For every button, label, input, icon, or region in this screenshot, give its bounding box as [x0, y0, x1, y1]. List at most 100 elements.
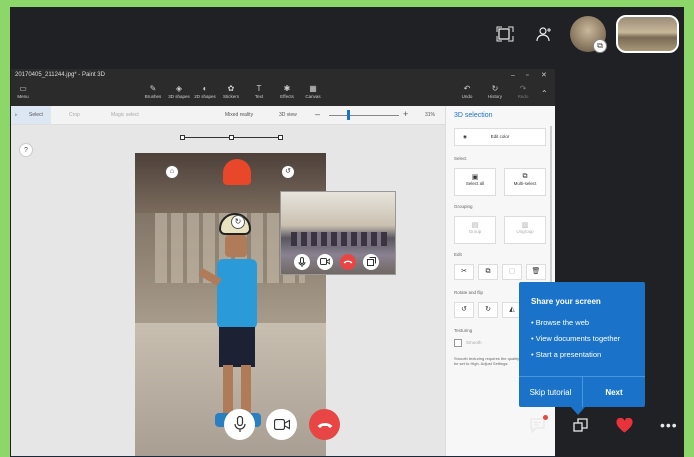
zoom-slider[interactable]	[329, 115, 399, 116]
palette-icon: ◉	[463, 134, 467, 139]
next-button[interactable]: Next	[583, 376, 645, 407]
tilt-gizmo[interactable]: ↺	[281, 165, 295, 179]
folder-icon: ▭	[19, 84, 27, 93]
smooth-checkbox[interactable]	[454, 339, 462, 347]
select-all-button[interactable]: ▣ Select all	[454, 168, 496, 196]
red-bell-sticker[interactable]	[223, 159, 251, 185]
delete-button[interactable]: 🗑	[526, 264, 546, 280]
self-video-thumbnail[interactable]	[616, 15, 679, 53]
pin-gizmo[interactable]: ⌂	[165, 165, 179, 179]
brush-icon: ✎	[149, 84, 157, 93]
mute-button[interactable]	[224, 409, 255, 440]
effects-button[interactable]: ✱ Effects	[275, 84, 299, 100]
share-screen-badge-icon: ⧉	[593, 39, 607, 53]
more-options-icon[interactable]: •••	[660, 417, 678, 433]
video-button[interactable]	[266, 409, 297, 440]
paste-icon: ▢	[508, 268, 516, 275]
shapes-icon: ◐	[202, 84, 208, 93]
magic-select-tool[interactable]: Magic select	[111, 112, 139, 118]
smooth-label: Smooth	[466, 340, 482, 345]
paste-button[interactable]: ▢	[502, 264, 522, 280]
minimize-button[interactable]: –	[511, 69, 515, 82]
window-title: 20170405_211244.jpg* - Paint 3D	[15, 72, 105, 78]
participant-video-overlay[interactable]	[280, 191, 396, 275]
end-call-button[interactable]	[309, 409, 340, 440]
undo-icon: ↶	[463, 84, 471, 93]
shorts	[219, 327, 255, 367]
edit-color-button[interactable]: ◉ Edit color	[454, 128, 546, 146]
chat-notification-dot	[543, 415, 548, 420]
crop-tool[interactable]: Crop	[69, 112, 80, 118]
chat-icon[interactable]	[530, 418, 546, 436]
mixed-reality-button[interactable]: Mixed reality	[225, 112, 253, 118]
close-button[interactable]: ✕	[541, 69, 547, 82]
copy-button[interactable]: ⧉	[478, 264, 498, 280]
rotate-right-icon: ↻	[485, 306, 491, 313]
tooltip-title: Share your screen	[531, 297, 601, 306]
face	[225, 235, 247, 257]
shapes-3d-button[interactable]: ◈ 3D shapes	[167, 84, 191, 100]
brushes-button[interactable]: ✎ Brushes	[141, 84, 165, 100]
overlay-mute-button[interactable]	[294, 254, 310, 270]
collapse-ribbon-icon[interactable]: ⌃	[541, 89, 548, 98]
side-panel-title: 3D selection	[454, 112, 493, 119]
ungroup-button[interactable]: ▥ Ungroup	[504, 216, 546, 244]
call-window: ⧉ 20170405_211244.jpg* - Paint 3D – ▫ ✕ …	[10, 7, 684, 457]
multi-select-button[interactable]: ⧉ Multi-select	[504, 168, 546, 196]
text-button[interactable]: T Text	[247, 84, 271, 100]
ungroup-icon: ▥	[521, 222, 529, 229]
stickers-button[interactable]: ✿ Stickers	[219, 84, 243, 100]
selection-handle[interactable]	[229, 135, 234, 140]
zoom-level: 31%	[425, 112, 436, 118]
sticker-icon: ✿	[227, 84, 235, 93]
paint-toolstrip: ▹ Select Crop Magic select Mixed reality…	[11, 106, 445, 125]
share-screen-tooltip: Share your screen • Browse the web • Vie…	[519, 282, 645, 415]
zoom-in-button[interactable]: +	[403, 109, 408, 119]
selection-handle[interactable]	[180, 135, 185, 140]
group-icon: ▤	[471, 222, 479, 229]
call-top-bar: ⧉	[10, 7, 684, 69]
help-button[interactable]: ?	[19, 143, 33, 157]
leg	[241, 365, 251, 415]
trash-icon: 🗑	[531, 268, 541, 275]
select-icon: ▹	[15, 112, 18, 118]
add-person-icon[interactable]	[536, 26, 552, 46]
share-screen-icon[interactable]	[573, 418, 588, 436]
menu-button[interactable]: ▭ Menu	[11, 84, 35, 100]
overlay-video-button[interactable]	[317, 254, 333, 270]
tooltip-item: • View documents together	[531, 334, 621, 343]
selection-handle[interactable]	[278, 135, 283, 140]
rotate-right-button[interactable]: ↻	[478, 302, 498, 318]
skip-tutorial-button[interactable]: Skip tutorial	[519, 376, 583, 407]
scissors-icon: ✂	[461, 268, 467, 275]
copy-icon: ⧉	[485, 268, 491, 275]
rotate-left-button[interactable]: ↺	[454, 302, 474, 318]
leg	[223, 365, 233, 415]
zoom-slider-thumb[interactable]	[347, 110, 350, 120]
redo-button[interactable]: ↷ Redo	[511, 84, 535, 100]
select-all-icon: ▣	[471, 174, 479, 181]
select-section-header: Select	[454, 156, 467, 161]
history-button[interactable]: ↻ History	[483, 84, 507, 100]
zoom-out-button[interactable]: –	[315, 109, 320, 119]
canvas-button[interactable]: ▦ Canvas	[301, 84, 325, 100]
maximize-button[interactable]: ▫	[526, 69, 528, 82]
shapes-2d-button[interactable]: ◐ 2D shapes	[193, 84, 217, 100]
redo-icon: ↷	[519, 84, 527, 93]
edit-section-header: Edit	[454, 252, 462, 257]
grouping-section-header: Grouping	[454, 204, 473, 209]
view-3d-button[interactable]: 3D view	[279, 112, 297, 118]
overlay-end-call-button[interactable]	[340, 254, 356, 270]
text-icon: T	[256, 84, 262, 93]
group-button[interactable]: ▤ Group	[454, 216, 496, 244]
screen-select-icon[interactable]	[496, 26, 514, 46]
history-icon: ↻	[491, 84, 499, 93]
rotate-gizmo[interactable]: ↻	[231, 215, 245, 229]
cut-button[interactable]: ✂	[454, 264, 474, 280]
overlay-switch-button[interactable]	[363, 254, 379, 270]
undo-button[interactable]: ↶ Undo	[455, 84, 479, 100]
tooltip-item: • Browse the web	[531, 318, 590, 327]
canvas-icon: ▦	[309, 84, 317, 93]
flip-icon: ◭	[509, 306, 515, 313]
heart-reaction-icon[interactable]	[616, 417, 633, 436]
